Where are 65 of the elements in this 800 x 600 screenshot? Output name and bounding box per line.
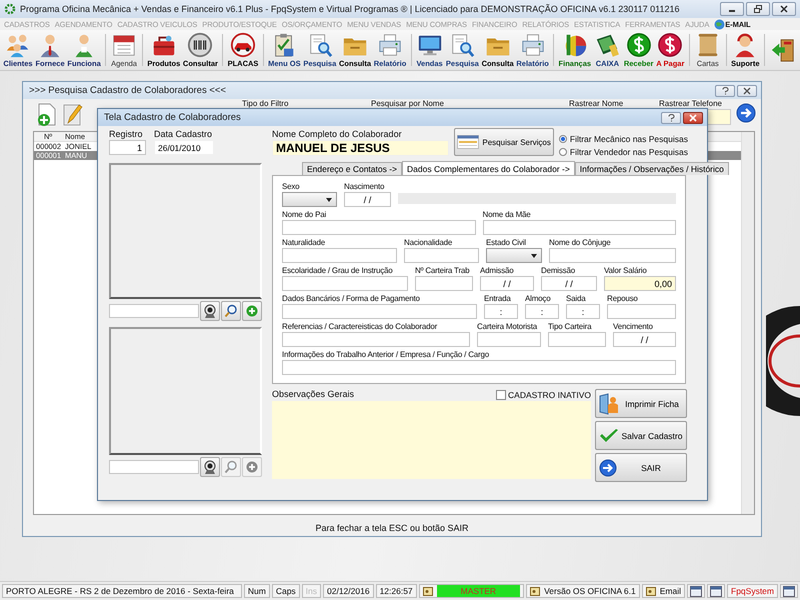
input-field[interactable]: / / [613, 332, 676, 347]
status-panel: FpqSystem [727, 584, 778, 598]
window-title: Tela Cadastro de Colaboradores [104, 112, 241, 123]
field-label: Nome do Pai [282, 209, 328, 220]
field-label: Escolaridade / Grau de Instrução [282, 265, 394, 276]
field-label: Nome Completo do Colaborador [272, 129, 403, 140]
field-label: Tipo Carteira [548, 321, 592, 332]
filter-label: Rastrear Telefone [659, 99, 723, 108]
status-panel: Num [244, 584, 270, 598]
field-label: Entrada [484, 293, 512, 304]
field-label: Nome da Mãe [482, 209, 532, 220]
field-label: Nº Carteira Trab [415, 265, 470, 276]
field-label: Almoço [525, 293, 552, 304]
hint-text: Para fechar a tela ESC ou botão SAIR [314, 523, 470, 533]
exit-button[interactable]: SAIR [595, 453, 687, 482]
field-label: Valor Salário [604, 265, 648, 276]
field-label: Sexo [282, 181, 300, 192]
filter-label: Rastrear Nome [569, 99, 624, 108]
field-label: Registro [109, 129, 144, 140]
status-panel: MASTER [418, 584, 524, 598]
field-label: Nacionalidade [404, 237, 454, 248]
input-field[interactable]: : [484, 304, 518, 319]
save-button[interactable]: Salvar Cadastro [595, 421, 687, 450]
field-label: Informações do Trabalho Anterior / Empresa / Função / Cargo [282, 349, 490, 360]
status-panel: Email [642, 584, 685, 598]
filter-label: Pesquisar por Nome [371, 99, 445, 108]
field-label: Estado Civil [486, 237, 527, 248]
input-field[interactable]: : [566, 304, 600, 319]
date-field[interactable]: 26/01/2010 [154, 140, 214, 155]
input-field[interactable]: 0,00 [604, 276, 676, 291]
print-button[interactable]: Imprimir Ficha [595, 389, 687, 418]
input-field[interactable]: / / [344, 192, 391, 207]
tab[interactable]: Dados Complementares do Colaborador -> [402, 161, 575, 175]
field-label: Vencimento [613, 321, 654, 332]
tab[interactable]: Informações / Observações / Histórico [574, 162, 729, 175]
status-panel: PORTO ALEGRE - RS 2 de Dezembro de 2016 - Sexta-feira [2, 584, 242, 598]
status-panel: Ins [302, 584, 322, 598]
field-label: Repouso [607, 293, 639, 304]
full-name-field[interactable]: MANUEL DE JESUS [272, 140, 450, 156]
search-services-button[interactable]: Pesquisar Serviços [454, 128, 554, 156]
status-panel: Versão OS OFICINA 6.1 [526, 584, 640, 598]
field-label: Admissão [480, 265, 515, 276]
field-label: Observações Gerais [272, 389, 354, 400]
field-label: Demissão [541, 265, 576, 276]
field-label: Nascimento [344, 181, 386, 192]
status-panel: 02/12/2016 [323, 584, 374, 598]
window-title: Programa Oficina Mecânica + Vendas e Financeiro v6.1 Plus - FpqSystem e Virtual Programas ® | Licenciado para DEMONSTRAÇÃO OFICINA v6.1 230117 011216 [20, 4, 681, 14]
input-field[interactable]: / / [541, 276, 597, 291]
field-label: Data Cadastro [154, 129, 214, 140]
record-number-field[interactable]: 1 [109, 140, 146, 155]
field-label: Saida [566, 293, 587, 304]
field-label: Dados Bancários / Forma de Pagamento [282, 293, 421, 304]
field-label: Referencias / Caractereisticas do Colaborador [282, 321, 438, 332]
status-panel: 12:26:57 [376, 584, 417, 598]
filter-label: Tipo do Filtro [242, 99, 290, 108]
input-field[interactable]: / / [480, 276, 534, 291]
input-field[interactable]: : [525, 304, 559, 319]
field-label: Naturalidade [282, 237, 326, 248]
status-panel: Caps [272, 584, 300, 598]
window-title: >>> Pesquisa Cadastro de Colaboradores <<< [29, 85, 226, 96]
tab[interactable]: Endereço e Contatos -> [302, 162, 402, 175]
filter-radio[interactable]: Filtrar Vendedor nas Pesquisas [558, 147, 688, 157]
field-label: Carteira Motorista [477, 321, 538, 332]
filter-radio[interactable]: Filtrar Mecânico nas Pesquisas [558, 134, 688, 144]
field-label: Nome do Cônjuge [549, 237, 612, 248]
